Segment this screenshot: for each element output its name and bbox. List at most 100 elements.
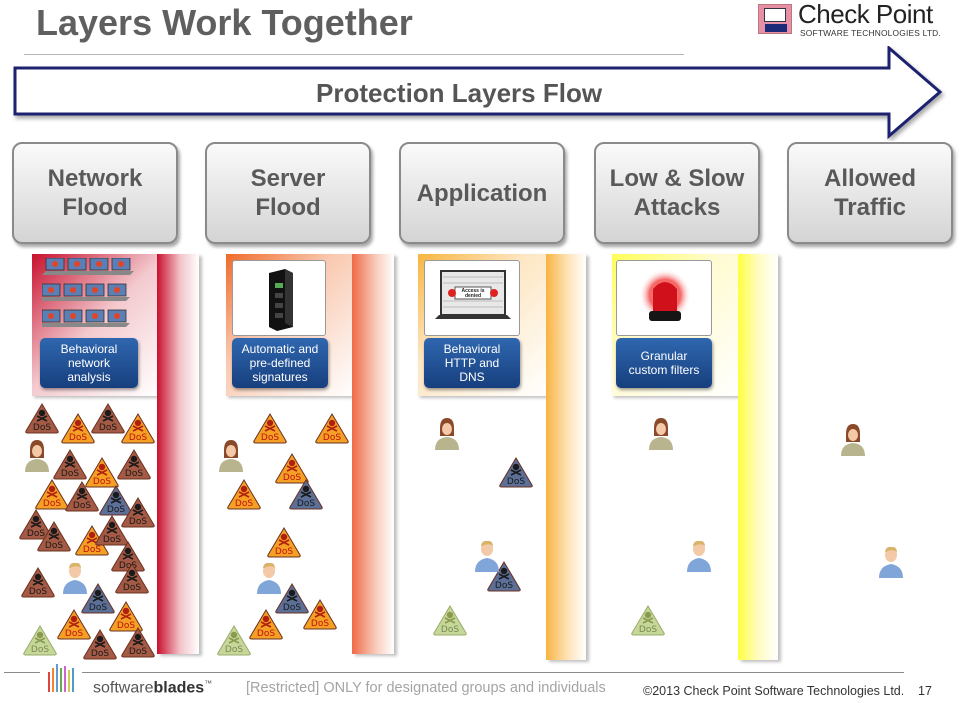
- dos-attack-icon: DoS: [289, 479, 323, 510]
- svg-text:DoS: DoS: [261, 433, 279, 443]
- access-denied-laptop-icon: Access is denied: [424, 260, 520, 336]
- dos-attack-icon: DoS: [631, 605, 665, 636]
- svg-text:DoS: DoS: [275, 547, 293, 557]
- protection-badge: Behavioral network analysis: [40, 338, 138, 388]
- slide-title: Layers Work Together: [36, 2, 413, 43]
- svg-text:DoS: DoS: [45, 541, 63, 551]
- protection-panel-application: Access is denied Behavioral HTTP and DNS: [418, 254, 546, 396]
- svg-text:DoS: DoS: [65, 629, 83, 639]
- dos-attack-icon: DoS: [217, 625, 251, 656]
- svg-text:DoS: DoS: [129, 517, 147, 527]
- svg-text:DoS: DoS: [99, 423, 117, 433]
- svg-text:DoS: DoS: [257, 629, 275, 639]
- svg-text:DoS: DoS: [507, 477, 525, 487]
- svg-text:DoS: DoS: [129, 433, 147, 443]
- flow-label: Protection Layers Flow: [316, 78, 603, 108]
- dos-attack-icon: DoS: [121, 413, 155, 444]
- dos-attack-icon: DoS: [267, 527, 301, 558]
- svg-text:DoS: DoS: [225, 645, 243, 655]
- protection-panel-low-slow: Granular custom filters: [612, 254, 740, 396]
- dos-attack-icon: DoS: [121, 627, 155, 658]
- dos-attack-icon: DoS: [23, 625, 57, 656]
- layer-application: Application: [399, 142, 565, 244]
- red-alarm-light-icon: [616, 260, 712, 336]
- dos-attack-icon: DoS: [37, 521, 71, 552]
- female-user-icon: [649, 418, 673, 450]
- layer-label: Application: [416, 179, 548, 207]
- male-user-icon: [475, 540, 499, 572]
- male-user-icon: [63, 562, 87, 594]
- svg-text:DoS: DoS: [495, 581, 513, 591]
- protection-barrier-server: [352, 254, 394, 654]
- layer-allowed-traffic: Allowed Traffic: [787, 142, 953, 244]
- female-user-icon: [435, 418, 459, 450]
- footer-divider: [4, 672, 40, 673]
- svg-text:DoS: DoS: [31, 645, 49, 655]
- protection-barrier-application: [546, 254, 586, 660]
- protection-barrier-network: [157, 254, 199, 654]
- server-rack-icon: [232, 260, 326, 336]
- layer-server-flood: Server Flood: [205, 142, 371, 244]
- svg-text:DoS: DoS: [441, 625, 459, 635]
- protection-barrier-low-slow: [738, 254, 778, 660]
- dos-attack-icon: DoS: [115, 563, 149, 594]
- software-blades-logo-icon: [48, 664, 74, 692]
- svg-text:DoS: DoS: [29, 587, 47, 597]
- svg-text:DoS: DoS: [73, 501, 91, 511]
- protection-panel-server: Automatic and pre-defined signatures: [226, 254, 354, 396]
- svg-text:DoS: DoS: [297, 499, 315, 509]
- svg-text:DoS: DoS: [323, 433, 341, 443]
- copyright: ©2013 Check Point Software Technologies …: [643, 684, 905, 698]
- dos-attack-icon: DoS: [227, 479, 261, 510]
- protection-badge: Behavioral HTTP and DNS: [424, 338, 520, 388]
- protection-badge: Granular custom filters: [616, 338, 712, 388]
- brand-light: software: [93, 679, 154, 697]
- dos-attack-icon: DoS: [65, 481, 99, 512]
- svg-text:DoS: DoS: [283, 603, 301, 613]
- footer-divider: [82, 672, 904, 673]
- dos-attack-icon: DoS: [433, 605, 467, 636]
- protection-badge: Automatic and pre-defined signatures: [232, 338, 328, 388]
- brand-tm: ™: [204, 679, 213, 688]
- layer-low-slow-attacks: Low & Slow Attacks: [594, 142, 760, 244]
- logo-subtitle: SOFTWARE TECHNOLOGIES LTD.: [800, 28, 941, 38]
- female-user-icon: [219, 440, 243, 472]
- brand-bold: blades: [153, 679, 205, 697]
- software-blades-brand: softwareblades™: [93, 679, 212, 697]
- restriction-notice: [Restricted] ONLY for designated groups …: [246, 680, 606, 696]
- svg-text:DoS: DoS: [83, 545, 101, 555]
- male-user-icon: [687, 540, 711, 572]
- layer-label: Allowed Traffic: [823, 165, 916, 221]
- monitor-logo-icon: [758, 4, 792, 34]
- laptop-grid-icon: [42, 258, 135, 328]
- dos-attack-icon: DoS: [83, 629, 117, 660]
- dos-attack-icon: DoS: [303, 599, 337, 630]
- layer-label: Network Flood: [47, 165, 143, 221]
- svg-text:DoS: DoS: [91, 649, 109, 659]
- male-user-icon: [257, 562, 281, 594]
- svg-text:DoS: DoS: [69, 433, 87, 443]
- layer-label: Server Flood: [250, 165, 326, 221]
- page-number: 17: [918, 684, 932, 698]
- svg-text:DoS: DoS: [123, 583, 141, 593]
- layer-label: Low & Slow Attacks: [609, 165, 745, 221]
- svg-text:DoS: DoS: [33, 423, 51, 433]
- dos-attack-icon: DoS: [253, 413, 287, 444]
- check-point-logo: Check Point SOFTWARE TECHNOLOGIES LTD.: [758, 0, 948, 40]
- svg-text:DoS: DoS: [235, 499, 253, 509]
- female-user-icon: [841, 424, 865, 456]
- dos-attack-icon: DoS: [21, 567, 55, 598]
- svg-text:DoS: DoS: [639, 625, 657, 635]
- protection-panel-network: Behavioral network analysis: [32, 254, 158, 396]
- dos-attack-icon: DoS: [117, 449, 151, 480]
- svg-text:DoS: DoS: [129, 647, 147, 657]
- dos-attack-icon: DoS: [53, 449, 87, 480]
- svg-text:denied: denied: [465, 293, 481, 299]
- dos-attack-icon: DoS: [499, 457, 533, 488]
- male-user-icon: [879, 546, 903, 578]
- svg-text:DoS: DoS: [311, 619, 329, 629]
- layer-network-flood: Network Flood: [12, 142, 178, 244]
- logo-name: Check Point: [798, 0, 933, 29]
- dos-attack-icon: DoS: [25, 403, 59, 434]
- female-user-icon: [25, 440, 49, 472]
